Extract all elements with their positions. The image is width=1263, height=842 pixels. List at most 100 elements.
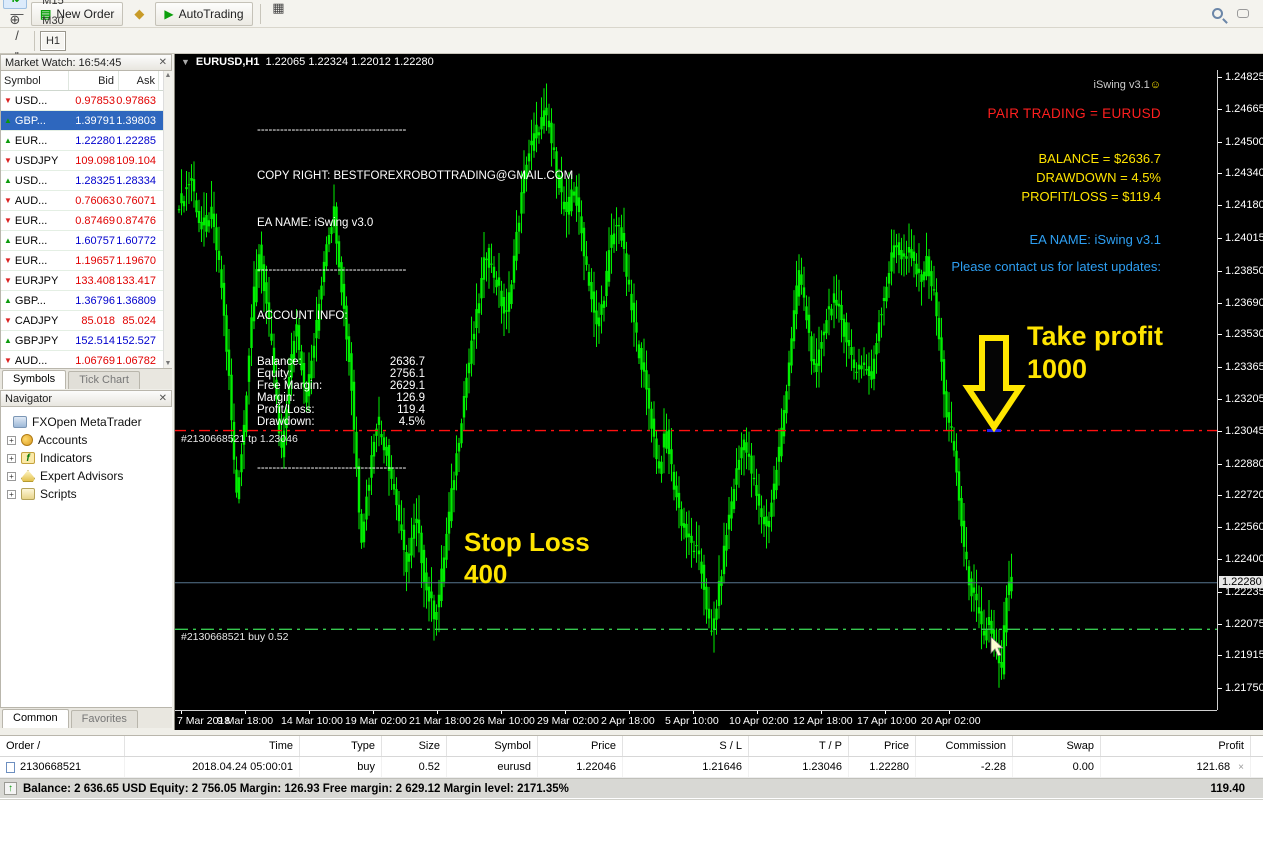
order-cell-9: -2.28 bbox=[916, 757, 1013, 777]
accounts-icon bbox=[21, 434, 33, 446]
close-icon[interactable]: ✕ bbox=[159, 57, 167, 68]
order-cell-8: 1.22280 bbox=[849, 757, 916, 777]
time-tick: 9 Mar 18:00 bbox=[217, 715, 273, 727]
terminal-col-0[interactable]: Order / bbox=[0, 736, 125, 756]
order-cell-3: 0.52 bbox=[382, 757, 447, 777]
down-arrow-icon: ▼ bbox=[4, 277, 12, 285]
col-bid[interactable]: Bid bbox=[69, 71, 119, 90]
price-tick: 1.24500 bbox=[1218, 136, 1263, 148]
timeframe-h1[interactable]: H1 bbox=[40, 31, 66, 51]
market-watch-row[interactable]: ▼EUR...0.874690.87476 bbox=[1, 211, 172, 231]
search-icon[interactable] bbox=[1212, 8, 1223, 19]
horizontal-line-tool[interactable]: — bbox=[5, 3, 29, 25]
timeframe-m30[interactable]: M30 bbox=[40, 11, 66, 31]
price-tick: 1.21750 bbox=[1218, 682, 1263, 694]
price-tick: 1.24665 bbox=[1218, 103, 1263, 115]
expert-advisors-icon bbox=[21, 470, 35, 482]
terminal-col-7[interactable]: T / P bbox=[749, 736, 849, 756]
col-ask[interactable]: Ask bbox=[119, 71, 159, 90]
ea-name-text: EA NAME: iSwing v3.0 bbox=[257, 217, 573, 229]
navigator-tree: FXOpen MetaTrader+Accounts+fIndicators+E… bbox=[0, 407, 172, 707]
chart-plot-area[interactable]: iSwing v3.1☺ ---------------------------… bbox=[175, 70, 1217, 710]
order-cell-4: eurusd bbox=[447, 757, 538, 777]
buy-line-label: #2130668521 buy 0.52 bbox=[181, 631, 288, 643]
navigator-item-expert-advisors[interactable]: +Expert Advisors bbox=[1, 467, 172, 485]
order-cell-5: 1.22046 bbox=[538, 757, 623, 777]
order-row[interactable]: 21306685212018.04.24 05:00:01buy0.52euru… bbox=[0, 757, 1263, 778]
expand-icon[interactable]: + bbox=[7, 472, 16, 481]
terminal-col-5[interactable]: Price bbox=[538, 736, 623, 756]
price-tick: 1.22560 bbox=[1218, 521, 1263, 533]
navigator-item-indicators[interactable]: +fIndicators bbox=[1, 449, 172, 467]
chart-window[interactable]: ▼ EURUSD,H1 1.22065 1.22324 1.22012 1.22… bbox=[174, 54, 1263, 730]
market-watch-row[interactable]: ▼USD...0.978530.97863 bbox=[1, 91, 172, 111]
profitloss-label: PROFIT/LOSS = $119.4 bbox=[951, 189, 1161, 204]
timeframe-m15[interactable]: M15 bbox=[40, 0, 66, 11]
navigator-item-accounts[interactable]: +Accounts bbox=[1, 431, 172, 449]
tab-favorites[interactable]: Favorites bbox=[71, 710, 138, 728]
terminal-col-6[interactable]: S / L bbox=[623, 736, 749, 756]
market-watch-row[interactable]: ▲USD...1.283251.28334 bbox=[1, 171, 172, 191]
main-toolbar: +▾▣▾⇅⊕★▤◔ ▤ New Order ◆ ▶ AutoTrading ╷╵… bbox=[0, 0, 1263, 28]
order-cell-11: 121.68× bbox=[1101, 757, 1251, 777]
market-watch-panel: Market Watch: 16:54:45 ✕ Symbol Bid Ask … bbox=[0, 54, 172, 71]
terminal-col-10[interactable]: Swap bbox=[1013, 736, 1101, 756]
tab-tick-chart[interactable]: Tick Chart bbox=[68, 371, 140, 389]
down-arrow-annotation bbox=[968, 338, 1020, 427]
terminal-col-1[interactable]: Time bbox=[125, 736, 300, 756]
market-watch-row[interactable]: ▼CADJPY85.01885.024 bbox=[1, 311, 172, 331]
market-watch-scrollbar[interactable]: ▲▼ bbox=[163, 71, 172, 368]
bottom-strip bbox=[0, 799, 1263, 842]
terminal-col-9[interactable]: Commission bbox=[916, 736, 1013, 756]
terminal-col-4[interactable]: Symbol bbox=[447, 736, 538, 756]
market-watch-row[interactable]: ▼AUD...0.760630.76071 bbox=[1, 191, 172, 211]
tab-common[interactable]: Common bbox=[2, 709, 69, 728]
price-tick: 1.21915 bbox=[1218, 649, 1263, 661]
terminal-col-3[interactable]: Size bbox=[382, 736, 447, 756]
time-tick: 5 Apr 10:00 bbox=[665, 715, 719, 727]
market-watch-row[interactable]: ▼AUD...1.067691.06782 bbox=[1, 351, 172, 368]
close-icon[interactable]: ✕ bbox=[159, 393, 167, 404]
market-watch-row[interactable]: ▲EUR...1.222801.22285 bbox=[1, 131, 172, 151]
community-chat-icon[interactable] bbox=[1237, 9, 1249, 18]
terminal-panel: Order /TimeTypeSizeSymbolPriceS / LT / P… bbox=[0, 735, 1263, 799]
expand-icon[interactable]: + bbox=[7, 490, 16, 499]
chart-ohlc-values: 1.22065 1.22324 1.22012 1.22280 bbox=[266, 56, 434, 68]
terminal-col-2[interactable]: Type bbox=[300, 736, 382, 756]
market-watch-row[interactable]: ▼EURJPY133.408133.417 bbox=[1, 271, 172, 291]
trendline-tool[interactable]: / bbox=[5, 25, 29, 47]
order-cell-2: buy bbox=[300, 757, 382, 777]
price-tick: 1.22075 bbox=[1218, 618, 1263, 630]
time-tick: 26 Mar 10:00 bbox=[473, 715, 535, 727]
terminal-col-8[interactable]: Price bbox=[849, 736, 916, 756]
market-watch-row[interactable]: ▲GBP...1.397911.39803 bbox=[1, 111, 172, 131]
autotrading-toggle[interactable]: ▶ AutoTrading bbox=[155, 2, 252, 26]
tab-symbols[interactable]: Symbols bbox=[2, 370, 66, 389]
market-watch-row[interactable]: ▼USDJPY109.098109.104 bbox=[1, 151, 172, 171]
tile-windows-button[interactable]: ▦ bbox=[266, 0, 292, 19]
expand-icon[interactable]: + bbox=[7, 454, 16, 463]
market-watch-row[interactable]: ▲EUR...1.607571.60772 bbox=[1, 231, 172, 251]
close-position-icon[interactable]: × bbox=[1238, 762, 1244, 773]
price-axis[interactable]: 1.248251.246651.245001.243401.241801.240… bbox=[1217, 70, 1263, 710]
market-watch-row[interactable]: ▼EUR...1.196571.19670 bbox=[1, 251, 172, 271]
navigator-item-scripts[interactable]: +Scripts bbox=[1, 485, 172, 503]
take-profit-annotation: Take profit 1000 bbox=[1027, 320, 1163, 386]
price-tick: 1.24340 bbox=[1218, 167, 1263, 179]
terminal-col-11[interactable]: Profit bbox=[1101, 736, 1251, 756]
time-axis[interactable]: 7 Mar 20189 Mar 18:0014 Mar 10:0019 Mar … bbox=[175, 710, 1217, 730]
metaeditor-icon[interactable]: ◆ bbox=[127, 3, 151, 25]
navigator-item-fxopen-metatrader[interactable]: FXOpen MetaTrader bbox=[1, 413, 172, 431]
up-arrow-icon: ▲ bbox=[4, 117, 12, 125]
market-watch-row[interactable]: ▲GBPJPY152.514152.527 bbox=[1, 331, 172, 351]
down-arrow-icon: ▼ bbox=[4, 217, 12, 225]
expand-icon[interactable]: + bbox=[7, 436, 16, 445]
time-tick: 19 Mar 02:00 bbox=[345, 715, 407, 727]
scripts-icon bbox=[21, 488, 35, 500]
navigator-title: Navigator ✕ bbox=[0, 390, 172, 407]
col-symbol[interactable]: Symbol bbox=[1, 71, 69, 90]
market-watch-table: Symbol Bid Ask ▼USD...0.978530.97863▲GBP… bbox=[0, 71, 172, 368]
chevron-down-icon[interactable]: ▼ bbox=[181, 57, 190, 67]
market-watch-row[interactable]: ▲GBP...1.367961.36809 bbox=[1, 291, 172, 311]
indicators-icon: f bbox=[21, 452, 35, 464]
